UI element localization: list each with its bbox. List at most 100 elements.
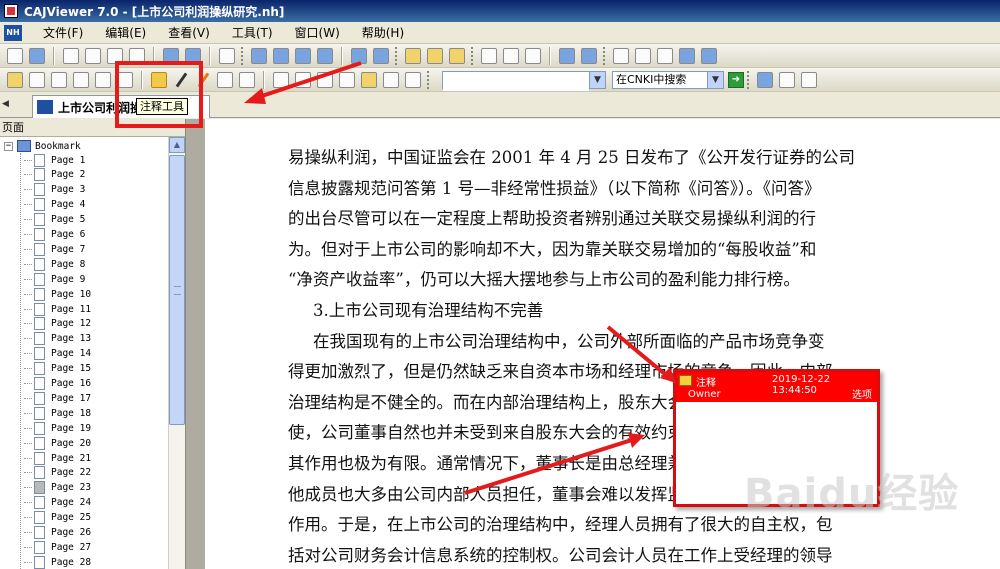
prev-page-icon[interactable] (273, 47, 289, 64)
paste-icon[interactable] (129, 47, 145, 64)
sidebar-page-item[interactable]: Page 12 (24, 317, 91, 331)
menu-help[interactable]: 帮助(H) (351, 24, 415, 41)
sidebar-page-item[interactable]: Page 20 (24, 436, 91, 450)
last-page-icon[interactable] (317, 47, 333, 64)
hand-icon[interactable] (7, 71, 23, 88)
cut-icon[interactable] (85, 47, 101, 64)
menu-bar: NH 文件(F) 编辑(E) 查看(V) 工具(T) 窗口(W) 帮助(H) (0, 22, 1000, 44)
sidebar-page-item[interactable]: Page 3 (24, 183, 85, 197)
sidebar-page-item[interactable]: Page 16 (24, 377, 91, 391)
sidebar-page-item[interactable]: Page 19 (24, 421, 91, 435)
search-input[interactable] (443, 75, 589, 91)
annotation-tool-button[interactable] (151, 71, 167, 88)
sidebar-page-item[interactable]: Page 6 (24, 228, 85, 242)
sidebar-page-item[interactable]: Page 26 (24, 526, 91, 540)
sidebar-page-item[interactable]: Page 17 (24, 391, 91, 405)
rectangle-icon[interactable] (217, 71, 233, 88)
link-icon[interactable] (383, 71, 399, 88)
actual-size-icon[interactable] (657, 47, 673, 64)
sidebar-page-item[interactable]: Page 21 (24, 451, 91, 465)
menu-window[interactable]: 窗口(W) (284, 24, 351, 41)
tab-scroll-left-icon[interactable]: ◀ (2, 99, 9, 109)
select-arrow-icon[interactable] (29, 71, 45, 88)
underline-icon[interactable] (295, 71, 311, 88)
tree-root[interactable]: − Bookmark (0, 139, 81, 153)
collapse-icon[interactable]: − (4, 141, 13, 151)
fit-width-icon[interactable] (635, 47, 651, 64)
undo-icon[interactable] (163, 47, 179, 64)
sidebar-page-item[interactable]: Page 10 (24, 287, 91, 301)
first-page-icon[interactable] (251, 47, 267, 64)
stamp-icon[interactable] (339, 71, 355, 88)
menu-file[interactable]: 文件(F) (32, 24, 94, 41)
about-icon[interactable] (779, 71, 795, 88)
note-icon[interactable] (361, 71, 377, 88)
back-icon[interactable] (351, 47, 367, 64)
sidebar-page-item[interactable]: Page 11 (24, 302, 91, 316)
highlight-text-icon[interactable] (273, 71, 289, 88)
panel-splitter[interactable] (185, 119, 205, 569)
scroll-thumb[interactable] (169, 155, 185, 425)
copy-icon[interactable] (107, 47, 123, 64)
redo-icon[interactable] (185, 47, 201, 64)
pencil-icon[interactable] (196, 73, 210, 87)
fit-window-icon[interactable] (613, 47, 629, 64)
sidebar-page-item[interactable]: Page 18 (24, 406, 91, 420)
continuous-page-icon[interactable] (503, 47, 519, 64)
forward-icon[interactable] (373, 47, 389, 64)
sidebar-page-item[interactable]: Page 7 (24, 242, 85, 256)
snapshot-icon[interactable] (95, 71, 111, 88)
page-icon (34, 555, 45, 569)
ellipse-icon[interactable] (239, 71, 255, 88)
window-icon[interactable] (801, 71, 817, 88)
zoom-in-icon[interactable] (701, 47, 717, 64)
sidebar-page-item[interactable]: Page 24 (24, 496, 91, 510)
print-icon[interactable] (63, 47, 79, 64)
chevron-down-icon[interactable]: ▼ (589, 71, 605, 88)
sidebar-page-item[interactable]: Page 8 (24, 257, 85, 271)
sidebar-page-item[interactable]: Page 5 (24, 213, 85, 227)
ocr-icon[interactable] (117, 71, 133, 88)
zoom-out-icon[interactable] (679, 47, 695, 64)
save-icon[interactable] (29, 47, 45, 64)
page-icon (34, 242, 45, 256)
menu-edit[interactable]: 编辑(E) (94, 24, 157, 41)
text-select-icon[interactable] (51, 71, 67, 88)
sidebar-page-item[interactable]: Page 27 (24, 540, 91, 554)
facing-page-icon[interactable] (525, 47, 541, 64)
sidebar-page-item[interactable]: Page 28 (24, 555, 91, 569)
sidebar-page-item[interactable]: Page 2 (24, 168, 85, 182)
sidebar-page-item[interactable]: Page 9 (24, 272, 85, 286)
search-scope-select[interactable]: 在CNKI中搜索 ▼ (612, 70, 724, 89)
sidebar-page-item[interactable]: Page 15 (24, 362, 91, 376)
pen-icon[interactable] (174, 73, 188, 87)
annotation-options-button[interactable]: 选项 (852, 386, 872, 401)
scroll-up-icon[interactable]: ▲ (169, 137, 185, 153)
sidebar-page-item[interactable]: Page 14 (24, 347, 91, 361)
open-file-icon[interactable] (7, 47, 23, 64)
sidebar-page-item[interactable]: Page 22 (24, 466, 91, 480)
sidebar-scrollbar[interactable]: ▲ (168, 137, 185, 569)
chevron-down-icon[interactable]: ▼ (707, 71, 723, 88)
single-page-icon[interactable] (481, 47, 497, 64)
help-icon[interactable] (757, 71, 773, 88)
rotate-right-icon[interactable] (449, 47, 465, 64)
search-input-combo[interactable]: ▼ (442, 70, 606, 91)
export-icon[interactable] (581, 47, 597, 64)
rotate-left-icon[interactable] (427, 47, 443, 64)
sidebar-page-item[interactable]: Page 13 (24, 332, 91, 346)
strikeout-icon[interactable] (317, 71, 333, 88)
sidebar-page-item[interactable]: Page 4 (24, 198, 85, 212)
layout-icon[interactable] (559, 47, 575, 64)
next-page-icon[interactable] (295, 47, 311, 64)
sidebar-page-item[interactable]: Page 1 (24, 153, 85, 167)
image-select-icon[interactable] (73, 71, 89, 88)
sidebar-page-item[interactable]: Page 25 (24, 511, 91, 525)
properties-icon[interactable] (219, 47, 235, 64)
hand-tool-icon[interactable] (405, 47, 421, 64)
menu-tools[interactable]: 工具(T) (221, 24, 284, 41)
bookmark-icon[interactable] (405, 71, 421, 88)
sidebar-page-item[interactable]: Page 23 (24, 481, 91, 495)
search-go-button[interactable]: ➜ (728, 71, 744, 88)
menu-view[interactable]: 查看(V) (157, 24, 221, 41)
